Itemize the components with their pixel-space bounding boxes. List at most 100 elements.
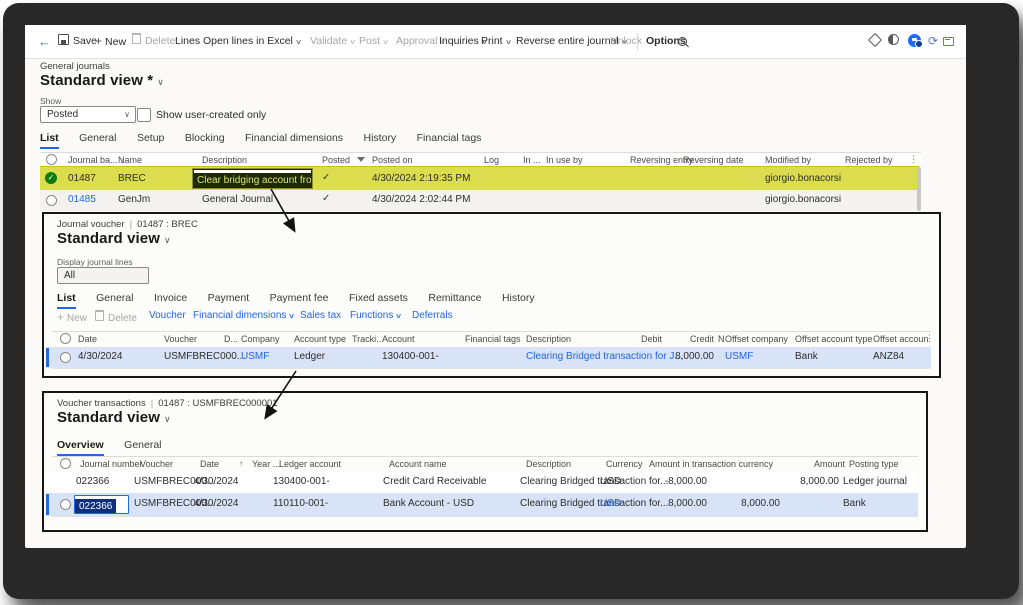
tab-history[interactable]: History <box>502 292 535 307</box>
col-description[interactable]: Description <box>526 334 571 344</box>
grid-vertical-scrollbar[interactable] <box>917 167 921 211</box>
tab-blocking[interactable]: Blocking <box>185 132 225 147</box>
col-d[interactable]: D... <box>224 334 238 344</box>
col-offset-account[interactable]: Offset accoun <box>873 334 928 344</box>
tab-fixed-assets[interactable]: Fixed assets <box>349 292 408 307</box>
tab-payment[interactable]: Payment <box>208 292 249 307</box>
tab-list[interactable]: List <box>40 132 59 149</box>
panel-title[interactable]: Standard view ∨ <box>57 230 171 248</box>
sales-tax-button[interactable]: Sales tax <box>300 310 341 321</box>
refresh-button[interactable]: ⟳ <box>928 25 938 58</box>
tab-list[interactable]: List <box>57 292 76 309</box>
col-account-name[interactable]: Account name <box>389 459 447 469</box>
delete-line-button[interactable]: Delete <box>95 310 137 324</box>
tab-invoice[interactable]: Invoice <box>154 292 187 307</box>
col-ledger-account[interactable]: Ledger account <box>279 459 341 469</box>
description-editbox[interactable]: Clear bridging account from recon <box>192 168 313 189</box>
save-button[interactable]: Save <box>58 25 97 58</box>
validate-button[interactable]: Validate ∨ <box>310 25 356 58</box>
col-debit[interactable]: Debit <box>632 334 662 344</box>
description-link[interactable]: Clearing Bridged transaction for J... <box>526 351 683 362</box>
txn-currency-link[interactable]: USD <box>600 498 621 509</box>
tab-remittance[interactable]: Remittance <box>428 292 481 307</box>
display-journal-lines-dropdown[interactable]: All <box>57 267 149 284</box>
tab-general[interactable]: General <box>96 292 133 307</box>
col-posting-type[interactable]: Posting type <box>849 459 899 469</box>
print-button[interactable]: Print ∨ <box>481 25 512 58</box>
search-button[interactable] <box>678 25 687 58</box>
col-in-use-by[interactable]: In use by <box>546 155 583 165</box>
row-radio[interactable] <box>60 499 71 510</box>
row-selected-check-icon[interactable]: ✓ <box>45 172 57 184</box>
col-amount[interactable]: Amount <box>795 459 845 469</box>
col-posted[interactable]: Posted <box>322 155 350 165</box>
tab-overview[interactable]: Overview <box>57 439 104 456</box>
col-account-type[interactable]: Account type <box>294 334 346 344</box>
col-name[interactable]: Name <box>118 155 142 165</box>
col-description[interactable]: Description <box>202 155 247 165</box>
row-radio[interactable] <box>60 352 71 363</box>
journal-number-editbox[interactable]: 022366 <box>74 495 129 514</box>
inquiries-button[interactable]: Inquiries ∨ <box>439 25 488 58</box>
tab-setup[interactable]: Setup <box>137 132 164 147</box>
offset-company-link[interactable]: USMF <box>725 351 753 362</box>
col-description[interactable]: Description <box>526 459 571 469</box>
col-offset-account-type[interactable]: Offset account type <box>795 334 872 344</box>
filter-funnel-icon[interactable] <box>357 157 365 162</box>
open-lines-in-excel-button[interactable]: Open lines in Excel ∨ <box>203 25 302 58</box>
panels-button[interactable] <box>888 26 899 59</box>
popout-button[interactable] <box>943 26 954 59</box>
col-company[interactable]: Company <box>241 334 280 344</box>
copilot-button[interactable] <box>867 26 883 59</box>
row-radio[interactable] <box>46 195 57 206</box>
col-posted-on[interactable]: Posted on <box>372 155 413 165</box>
col-currency[interactable]: Currency <box>606 459 643 469</box>
col-voucher[interactable]: Voucher <box>164 334 197 344</box>
transaction-row-selected[interactable]: 022366 USMFBREC000... 4/30/2024 110110-0… <box>46 493 918 516</box>
voucher-row-selected[interactable]: 4/30/2024 USMFBREC000... USMF Ledger 130… <box>46 347 931 368</box>
col-date[interactable]: Date <box>78 334 97 344</box>
col-log[interactable]: Log <box>484 155 499 165</box>
delete-button[interactable]: Delete <box>132 25 175 58</box>
journal-row[interactable]: 01485 GenJm General Journal ✓ 4/30/2024 … <box>40 190 919 211</box>
select-all-radio[interactable] <box>46 154 57 165</box>
tab-financial-dimensions[interactable]: Financial dimensions <box>245 132 343 147</box>
show-user-created-checkbox[interactable] <box>137 108 151 122</box>
col-journal-number[interactable]: Journal number <box>80 459 143 469</box>
col-amount-txn[interactable]: Amount in transaction currency <box>649 459 773 469</box>
back-button[interactable]: ← <box>38 25 51 58</box>
col-offset-company[interactable]: Offset company <box>725 334 788 344</box>
col-date[interactable]: Date <box>200 459 219 469</box>
new-line-button[interactable]: + New <box>57 310 87 324</box>
tab-financial-tags[interactable]: Financial tags <box>417 132 482 147</box>
more-columns-icon[interactable]: ⋮ <box>909 154 918 165</box>
voucher-button[interactable]: Voucher <box>149 310 186 321</box>
col-n[interactable]: N <box>718 334 725 344</box>
col-journal-batch[interactable]: Journal ba... ↓ <box>68 155 124 165</box>
col-voucher[interactable]: Voucher <box>140 459 173 469</box>
company-link[interactable]: USMF <box>241 351 269 362</box>
tab-general[interactable]: General <box>124 439 161 454</box>
financial-dimensions-button[interactable]: Financial dimensions ∨ <box>193 310 296 321</box>
tab-payment-fee[interactable]: Payment fee <box>270 292 329 307</box>
select-all-radio[interactable] <box>60 458 71 469</box>
journal-row-selected[interactable]: ✓ 01487 BREC Clear bridging account from… <box>40 166 919 192</box>
post-button[interactable]: Post ∨ <box>359 25 389 58</box>
col-modified-by[interactable]: Modified by <box>765 155 811 165</box>
new-button[interactable]: + New <box>95 25 126 58</box>
messages-button[interactable] <box>908 28 923 61</box>
col-year[interactable]: Year ... <box>252 459 280 469</box>
functions-button[interactable]: Functions ∨ <box>350 310 403 321</box>
col-account[interactable]: Account <box>382 334 415 344</box>
more-columns-icon[interactable]: ⋮ <box>925 333 934 344</box>
select-all-radio[interactable] <box>60 333 71 344</box>
col-credit[interactable]: Credit <box>664 334 714 344</box>
col-reversing-date[interactable]: Reversing date <box>683 155 744 165</box>
transaction-row[interactable]: 022366 USMFBREC000... 4/30/2024 130400-0… <box>46 472 918 493</box>
panel-title[interactable]: Standard view ∨ <box>57 409 171 427</box>
tab-history[interactable]: History <box>364 132 397 147</box>
page-title[interactable]: Standard view * ∨ <box>40 72 164 90</box>
deferrals-button[interactable]: Deferrals <box>412 310 453 321</box>
col-financial-tags[interactable]: Financial tags <box>465 334 521 344</box>
lines-button[interactable]: Lines <box>175 25 200 58</box>
